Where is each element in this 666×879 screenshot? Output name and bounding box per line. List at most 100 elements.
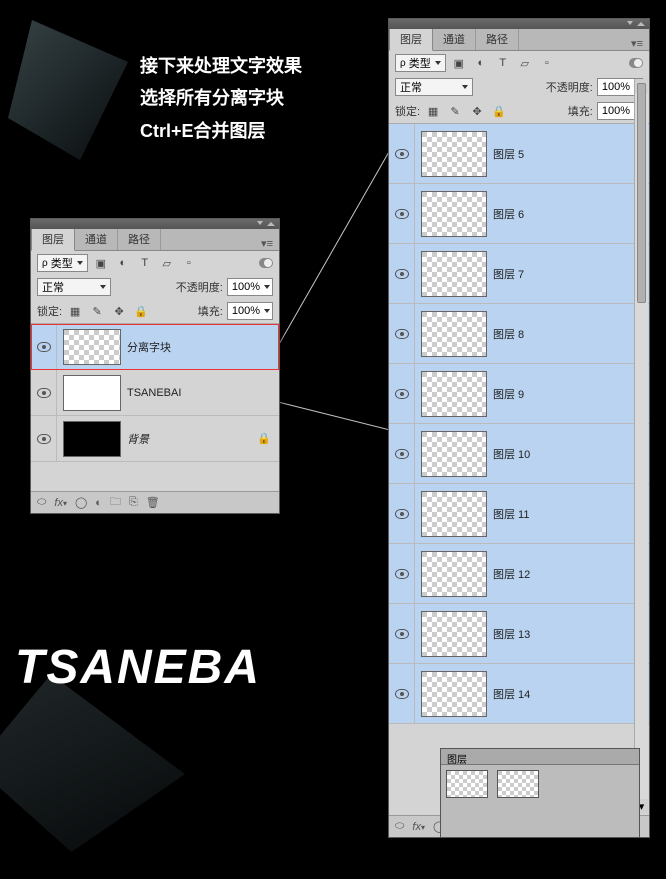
lock-image-icon[interactable]: ✎ — [446, 103, 464, 119]
fx-icon[interactable]: fx▾ — [412, 821, 425, 833]
layer-thumbnail[interactable] — [421, 311, 487, 357]
layer-thumbnail[interactable] — [63, 421, 121, 457]
panel-collapse-icon[interactable] — [257, 221, 263, 225]
lock-all-icon[interactable]: 🔒 — [490, 103, 508, 119]
visibility-toggle[interactable] — [389, 124, 415, 183]
layer-name[interactable]: 图层 7 — [493, 266, 649, 282]
filter-smart-icon[interactable]: ▫ — [538, 55, 556, 71]
lock-position-icon[interactable]: ✥ — [468, 103, 486, 119]
visibility-toggle[interactable] — [31, 324, 57, 369]
panel-drag-bar[interactable] — [31, 219, 279, 229]
layer-thumbnail[interactable] — [63, 329, 121, 365]
layer-name[interactable]: TSANEBAI — [127, 387, 279, 399]
visibility-toggle[interactable] — [389, 424, 415, 483]
mask-icon[interactable]: ◯ — [75, 496, 87, 509]
lock-image-icon[interactable]: ✎ — [88, 303, 106, 319]
filter-text-icon[interactable]: T — [494, 55, 512, 71]
layer-row[interactable]: 图层 5 — [389, 124, 649, 184]
visibility-toggle[interactable] — [389, 664, 415, 723]
filter-toggle[interactable] — [629, 58, 643, 68]
new-layer-icon[interactable]: ⎘ — [129, 496, 138, 509]
panel-menu-icon[interactable]: ▾≡ — [625, 37, 649, 50]
layer-row[interactable]: 图层 9 — [389, 364, 649, 424]
layer-thumbnail[interactable] — [421, 491, 487, 537]
layer-row[interactable]: 图层 12 — [389, 544, 649, 604]
visibility-toggle[interactable] — [389, 604, 415, 663]
visibility-toggle[interactable] — [389, 544, 415, 603]
lock-position-icon[interactable]: ✥ — [110, 303, 128, 319]
link-layers-icon[interactable]: ⬭ — [395, 820, 404, 833]
layer-thumbnail[interactable] — [421, 371, 487, 417]
lock-transparency-icon[interactable]: ▦ — [66, 303, 84, 319]
layer-row[interactable]: 图层 11 — [389, 484, 649, 544]
layer-name[interactable]: 图层 6 — [493, 206, 649, 222]
visibility-toggle[interactable] — [389, 484, 415, 543]
layer-thumbnail[interactable] — [421, 431, 487, 477]
layer-row[interactable]: 图层 13 — [389, 604, 649, 664]
kind-filter-select[interactable]: ρ 类型 — [395, 54, 446, 72]
filter-pixel-icon[interactable]: ▣ — [450, 55, 468, 71]
layer-row[interactable]: 图层 7 — [389, 244, 649, 304]
layer-thumbnail[interactable] — [421, 671, 487, 717]
layer-thumbnail[interactable] — [421, 131, 487, 177]
filter-toggle[interactable] — [259, 258, 273, 268]
tab-channels[interactable]: 通道 — [75, 228, 118, 250]
layer-thumbnail[interactable] — [421, 611, 487, 657]
fill-input[interactable]: 100% — [227, 302, 273, 320]
panel-menu-icon[interactable]: ▾≡ — [255, 237, 279, 250]
layer-name[interactable]: 图层 9 — [493, 386, 649, 402]
visibility-toggle[interactable] — [389, 304, 415, 363]
opacity-input[interactable]: 100% — [227, 278, 273, 296]
layer-name[interactable]: 图层 12 — [493, 566, 649, 582]
link-layers-icon[interactable]: ⬭ — [37, 496, 46, 509]
panel-collapse-icon[interactable] — [627, 21, 633, 25]
blend-mode-select[interactable]: 正常 — [395, 78, 473, 96]
visibility-toggle[interactable] — [31, 416, 57, 461]
tab-channels[interactable]: 通道 — [433, 28, 476, 50]
filter-smart-icon[interactable]: ▫ — [180, 255, 198, 271]
scrollbar[interactable]: ▴ ▾ — [634, 79, 648, 813]
visibility-toggle[interactable] — [389, 244, 415, 303]
filter-pixel-icon[interactable]: ▣ — [92, 255, 110, 271]
visibility-toggle[interactable] — [389, 184, 415, 243]
adjustment-icon[interactable]: ◐ — [95, 497, 102, 509]
filter-adjust-icon[interactable]: ◐ — [472, 55, 490, 71]
fx-icon[interactable]: fx▾ — [54, 497, 67, 509]
filter-shape-icon[interactable]: ▱ — [158, 255, 176, 271]
layer-name[interactable]: 图层 10 — [493, 446, 649, 462]
layer-thumbnail[interactable] — [421, 551, 487, 597]
layer-row[interactable]: 图层 14 — [389, 664, 649, 724]
layer-name[interactable]: 图层 8 — [493, 326, 649, 342]
layer-name[interactable]: 图层 5 — [493, 146, 649, 162]
folder-icon[interactable]: 🗀 — [110, 493, 121, 512]
layer-row[interactable]: 图层 6 — [389, 184, 649, 244]
layer-name[interactable]: 图层 14 — [493, 686, 649, 702]
layer-thumbnail[interactable] — [421, 191, 487, 237]
tab-layers[interactable]: 图层 — [31, 227, 75, 251]
blend-mode-select[interactable]: 正常 — [37, 278, 111, 296]
tab-layers[interactable]: 图层 — [389, 27, 433, 51]
filter-text-icon[interactable]: T — [136, 255, 154, 271]
layer-thumbnail[interactable] — [63, 375, 121, 411]
layer-row-merged[interactable]: 分离字块 — [31, 324, 279, 370]
scroll-thumb[interactable] — [637, 83, 646, 303]
layer-name[interactable]: 背景 — [127, 431, 257, 447]
layer-name[interactable]: 图层 11 — [493, 506, 649, 522]
filter-shape-icon[interactable]: ▱ — [516, 55, 534, 71]
filter-adjust-icon[interactable]: ◐ — [114, 255, 132, 271]
lock-transparency-icon[interactable]: ▦ — [424, 103, 442, 119]
tab-paths[interactable]: 路径 — [118, 228, 161, 250]
layer-thumbnail[interactable] — [421, 251, 487, 297]
layer-row[interactable]: 图层 8 — [389, 304, 649, 364]
layer-row-background[interactable]: 背景 🔒 — [31, 416, 279, 462]
layer-name[interactable]: 分离字块 — [127, 339, 279, 355]
visibility-toggle[interactable] — [389, 364, 415, 423]
layer-row[interactable]: 图层 10 — [389, 424, 649, 484]
visibility-toggle[interactable] — [31, 370, 57, 415]
lock-all-icon[interactable]: 🔒 — [132, 303, 150, 319]
tab-paths[interactable]: 路径 — [476, 28, 519, 50]
panel-drag-bar[interactable] — [389, 19, 649, 29]
kind-filter-select[interactable]: ρ 类型 — [37, 254, 88, 272]
trash-icon[interactable]: 🗑 — [146, 496, 160, 509]
layer-row[interactable]: TSANEBAI — [31, 370, 279, 416]
